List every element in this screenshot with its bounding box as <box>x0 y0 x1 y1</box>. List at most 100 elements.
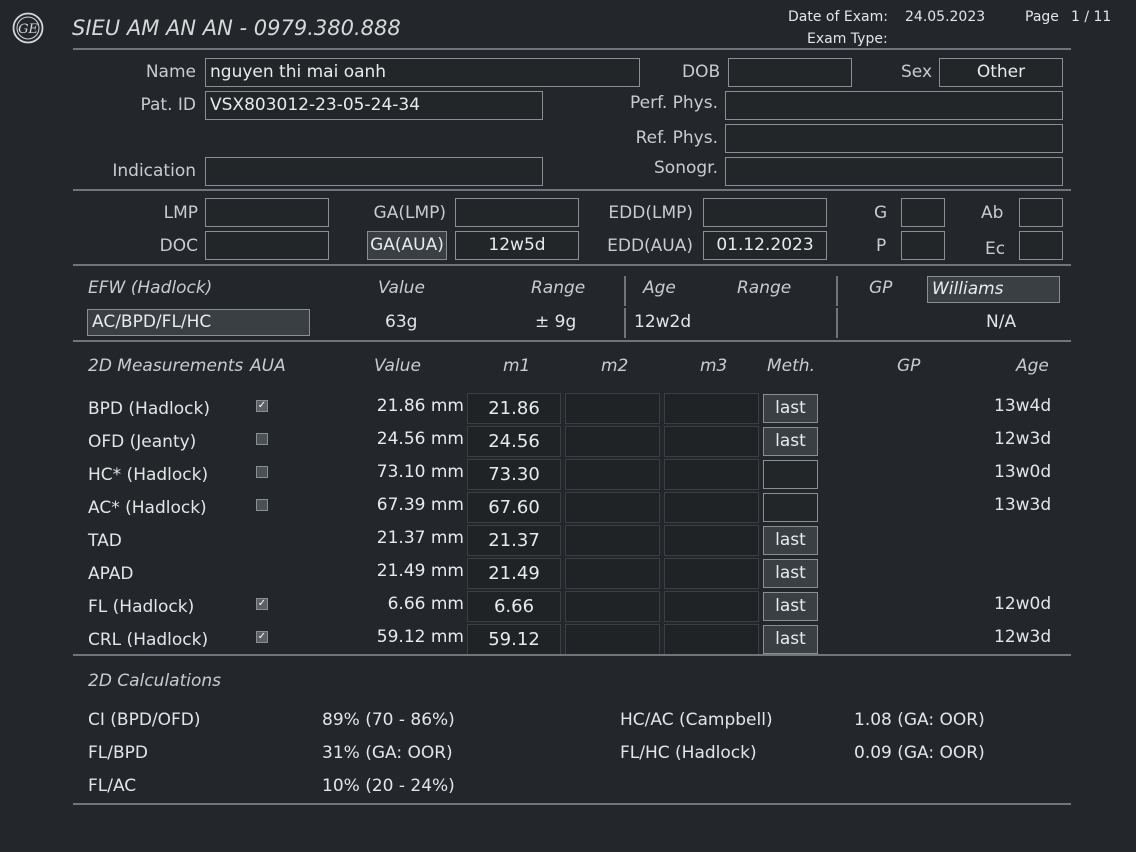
m3-cell[interactable] <box>664 525 759 556</box>
aua-checkbox[interactable] <box>256 433 268 445</box>
aua-checkbox[interactable]: ✓ <box>256 631 268 643</box>
m3-cell[interactable] <box>664 426 759 457</box>
m1-cell[interactable]: 67.60 <box>467 492 561 523</box>
m1-cell[interactable]: 6.66 <box>467 591 561 622</box>
measurement-value: 21.49 mm <box>376 561 464 581</box>
divider <box>73 48 1071 50</box>
exam-type-label: Exam Type: <box>807 31 888 47</box>
calculations-title: 2D Calculations <box>88 671 222 691</box>
sonographer-field[interactable] <box>725 157 1063 186</box>
measurement-value: 24.56 mm <box>376 429 464 449</box>
calc-label: FL/HC (Hadlock) <box>620 743 757 763</box>
name-field[interactable]: nguyen thi mai oanh <box>205 58 640 87</box>
indication-label: Indication <box>112 161 196 181</box>
m3-cell[interactable] <box>664 558 759 589</box>
efw-gp-value: N/A <box>986 312 1017 332</box>
gp-column-header: GP <box>897 356 921 376</box>
m2-cell[interactable] <box>565 459 660 490</box>
measurement-value: 21.37 mm <box>376 528 464 548</box>
divider <box>73 803 1071 805</box>
m2-cell[interactable] <box>565 624 660 655</box>
aua-checkbox[interactable]: ✓ <box>256 400 268 412</box>
calc-value: 1.08 (GA: OOR) <box>854 710 985 730</box>
m3-header: m3 <box>700 356 728 376</box>
m2-cell[interactable] <box>565 426 660 457</box>
dob-field[interactable] <box>728 58 852 87</box>
p-field[interactable] <box>901 231 945 260</box>
m2-cell[interactable] <box>565 492 660 523</box>
measurement-label: FL (Hadlock) <box>88 597 195 617</box>
m1-header: m1 <box>503 356 531 376</box>
measurement-label: APAD <box>88 564 134 584</box>
indication-field[interactable] <box>205 157 543 186</box>
sonographer-label: Sonogr. <box>654 158 718 178</box>
efw-value-header: Value <box>378 278 425 298</box>
ec-field[interactable] <box>1019 231 1063 260</box>
m1-cell[interactable]: 21.37 <box>467 525 561 556</box>
aua-checkbox[interactable] <box>256 466 268 478</box>
m2-cell[interactable] <box>565 525 660 556</box>
column-separator <box>624 276 626 306</box>
sex-field[interactable]: Other <box>939 58 1063 87</box>
m2-cell[interactable] <box>565 558 660 589</box>
ec-label: Ec <box>985 239 1006 259</box>
measurement-age: 12w3d <box>994 429 1052 449</box>
perf-phys-field[interactable] <box>725 91 1063 120</box>
m2-cell[interactable] <box>565 591 660 622</box>
m2-cell[interactable] <box>565 393 660 424</box>
ab-field[interactable] <box>1019 198 1063 227</box>
edd-lmp-field[interactable] <box>703 198 827 227</box>
m3-cell[interactable] <box>664 624 759 655</box>
divider <box>73 264 1071 266</box>
m2-header: m2 <box>601 356 629 376</box>
m3-cell[interactable] <box>664 492 759 523</box>
measurement-label: CRL (Hadlock) <box>88 630 209 650</box>
ga-lmp-field[interactable] <box>455 198 579 227</box>
gp-author-select[interactable]: Williams <box>927 276 1060 303</box>
ref-phys-field[interactable] <box>725 124 1063 153</box>
aua-checkbox[interactable]: ✓ <box>256 598 268 610</box>
method-button[interactable]: last <box>763 559 818 588</box>
age-header: Age <box>1016 356 1049 376</box>
efw-formula-field[interactable]: AC/BPD/FL/HC <box>87 309 310 336</box>
m3-cell[interactable] <box>664 591 759 622</box>
edd-aua-field[interactable]: 01.12.2023 <box>703 231 827 260</box>
method-button[interactable]: last <box>763 625 818 654</box>
edd-aua-label: EDD(AUA) <box>607 236 693 256</box>
page-number: 1 / 11 <box>1071 9 1112 25</box>
method-button[interactable]: last <box>763 592 818 621</box>
efw-value: 63g <box>385 312 418 332</box>
method-header: Meth. <box>767 356 815 376</box>
method-button[interactable]: last <box>763 526 818 555</box>
m1-cell[interactable]: 21.86 <box>467 393 561 424</box>
patient-id-field[interactable]: VSX803012-23-05-24-34 <box>205 91 543 120</box>
ga-aua-field[interactable]: 12w5d <box>455 231 579 260</box>
lmp-field[interactable] <box>205 198 329 227</box>
measurement-label: HC* (Hadlock) <box>88 465 209 485</box>
m3-cell[interactable] <box>664 459 759 490</box>
perf-phys-label: Perf. Phys. <box>630 93 718 113</box>
m1-cell[interactable]: 73.30 <box>467 459 561 490</box>
doc-field[interactable] <box>205 231 329 260</box>
divider <box>73 654 1071 656</box>
measurements-title: 2D Measurements <box>88 356 244 376</box>
edd-lmp-label: EDD(LMP) <box>608 203 693 223</box>
measurement-value: 73.10 mm <box>376 462 464 482</box>
method-button[interactable]: last <box>763 394 818 423</box>
doc-label: DOC <box>159 236 198 256</box>
m1-cell[interactable]: 24.56 <box>467 426 561 457</box>
calc-value: 89% (70 - 86%) <box>322 710 455 730</box>
ge-logo-icon: GE <box>12 12 44 44</box>
aua-checkbox[interactable] <box>256 499 268 511</box>
m1-cell[interactable]: 21.49 <box>467 558 561 589</box>
method-button[interactable] <box>763 460 818 489</box>
m1-cell[interactable]: 59.12 <box>467 624 561 655</box>
g-field[interactable] <box>901 198 945 227</box>
method-button[interactable]: last <box>763 427 818 456</box>
method-button[interactable] <box>763 493 818 522</box>
ref-phys-label: Ref. Phys. <box>635 128 718 148</box>
m3-cell[interactable] <box>664 393 759 424</box>
ga-aua-button[interactable]: GA(AUA) <box>367 231 447 260</box>
measurement-age: 13w3d <box>994 495 1052 515</box>
measurement-value: 21.86 mm <box>376 396 464 416</box>
